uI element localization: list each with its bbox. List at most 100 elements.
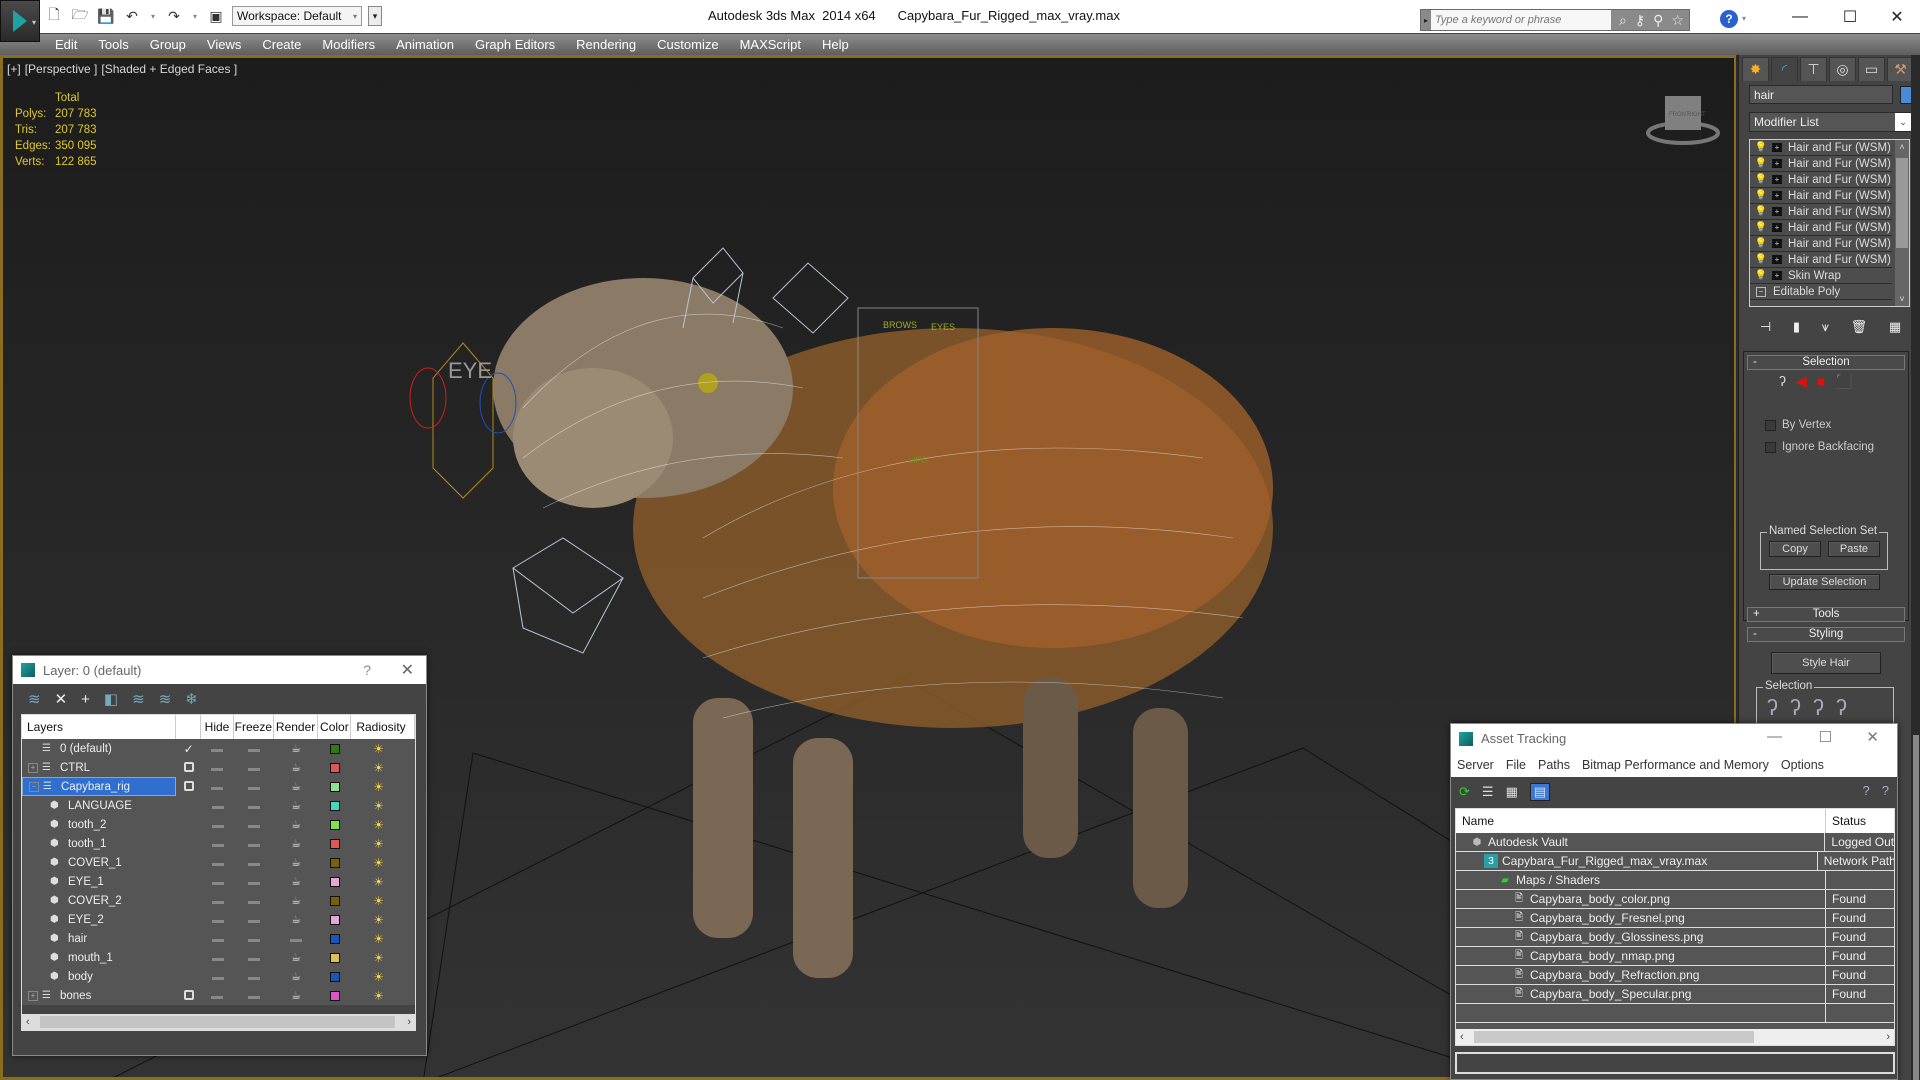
lightbulb-icon[interactable]: 💡 — [1754, 254, 1768, 265]
asset-row[interactable]: 🖹 Capybara_body_Refraction.png Found — [1456, 966, 1894, 985]
stack-item[interactable]: 💡 + Hair and Fur (WSM) — [1750, 204, 1892, 220]
horizontal-scrollbar[interactable]: ‹ › — [22, 1014, 415, 1030]
layer-color-swatch[interactable] — [329, 800, 340, 811]
by-vertex-checkbox[interactable]: By Vertex — [1765, 419, 1831, 431]
column-header-render[interactable]: Render — [274, 715, 319, 739]
teapot-render-icon[interactable]: ☕ — [291, 952, 301, 964]
hide-toggle[interactable] — [211, 976, 224, 980]
render-toggle[interactable] — [290, 938, 303, 942]
expand-icon[interactable]: + — [1772, 175, 1782, 184]
close-button[interactable]: ✕ — [1877, 5, 1917, 29]
scrollbar-thumb[interactable] — [40, 1016, 395, 1028]
lightbulb-icon[interactable]: 💡 — [1754, 142, 1768, 153]
scroll-right-icon[interactable]: › — [1886, 1031, 1890, 1043]
scroll-left-icon[interactable]: ‹ — [1460, 1031, 1464, 1043]
tab-hierarchy[interactable]: ⊤ — [1800, 57, 1827, 81]
minimize-button[interactable]: — — [1780, 5, 1820, 29]
hide-toggle[interactable] — [211, 824, 224, 828]
lightbulb-icon[interactable]: 💡 — [1754, 222, 1768, 233]
lightbulb-icon[interactable]: 💡 — [1754, 158, 1768, 169]
refresh-icon[interactable]: ⟳ — [1459, 784, 1470, 800]
paste-button[interactable]: Paste — [1828, 541, 1880, 557]
radiosity-icon[interactable]: ☀ — [373, 913, 384, 927]
tab-display[interactable]: ▭ — [1858, 57, 1885, 81]
expand-icon[interactable]: + — [1772, 207, 1782, 216]
freeze-unfreeze-all-icon[interactable]: ❄ — [185, 690, 198, 708]
binoculars-icon[interactable]: ⌕ — [1619, 12, 1627, 29]
radiosity-icon[interactable]: ☀ — [373, 780, 384, 794]
element-icon[interactable]: ⬛ — [1835, 373, 1852, 390]
application-menu-button[interactable]: ▾ — [0, 0, 40, 42]
layer-name-cell[interactable]: + ☰ bones — [22, 986, 176, 1005]
lightbulb-icon[interactable]: 💡 — [1754, 174, 1768, 185]
select-guide-vertices-icon[interactable]: ʔ — [1813, 695, 1824, 721]
hide-toggle[interactable] — [211, 995, 224, 999]
expand-arrow-icon[interactable]: ▸ — [1421, 16, 1431, 25]
teapot-render-icon[interactable]: ☕ — [291, 838, 301, 850]
expand-icon[interactable]: + — [1772, 255, 1782, 264]
teapot-render-icon[interactable]: ☕ — [291, 990, 301, 1002]
radiosity-icon[interactable]: ☀ — [373, 970, 384, 984]
thumbnail-view-icon[interactable]: ▦ — [1506, 784, 1518, 800]
freeze-toggle[interactable] — [247, 938, 260, 942]
select-by-root-icon[interactable]: ʔ — [1836, 695, 1847, 721]
star-icon[interactable]: ☆ — [1671, 12, 1684, 29]
freeze-toggle[interactable] — [247, 900, 260, 904]
freeze-toggle[interactable] — [247, 767, 260, 771]
layer-color-swatch[interactable] — [329, 876, 340, 887]
lightbulb-icon[interactable]: 💡 — [1754, 238, 1768, 249]
teapot-render-icon[interactable]: ☕ — [291, 762, 301, 774]
pin-stack-icon[interactable]: ⊣ — [1760, 319, 1771, 335]
expand-icon[interactable]: + — [1772, 223, 1782, 232]
highlight-selected-layer-icon[interactable]: ≋ — [132, 690, 145, 708]
layer-row[interactable]: ⬢ tooth_2 ☕ ☀ — [22, 815, 415, 834]
column-header-radiosity[interactable]: Radiosity — [351, 715, 415, 739]
asset-row[interactable]: ▰ Maps / Shaders — [1456, 871, 1894, 890]
teapot-render-icon[interactable]: ☕ — [291, 781, 301, 793]
online-help-icon[interactable]: ? — [1863, 783, 1870, 798]
layer-name-cell[interactable]: ⬢ COVER_2 — [22, 891, 176, 910]
menu-options[interactable]: Options — [1781, 758, 1824, 772]
stack-item[interactable]: 💡 + Hair and Fur (WSM) — [1750, 252, 1892, 268]
asset-path-field[interactable] — [1455, 1052, 1895, 1074]
expand-icon[interactable]: + — [28, 762, 38, 773]
radiosity-icon[interactable]: ☀ — [373, 761, 384, 775]
freeze-toggle[interactable] — [247, 824, 260, 828]
layer-color-swatch[interactable] — [329, 971, 340, 982]
layer-row[interactable]: ⬢ LANGUAGE ☕ ☀ — [22, 796, 415, 815]
radiosity-icon[interactable]: ☀ — [373, 856, 384, 870]
hide-unhide-all-icon[interactable]: ≋ — [159, 690, 172, 708]
key-icon[interactable]: ⚷ — [1635, 12, 1645, 29]
dialog-title-bar[interactable]: Asset Tracking — ☐ ✕ — [1451, 724, 1897, 753]
satellite-icon[interactable]: ⚲ — [1653, 12, 1663, 29]
hide-toggle[interactable] — [211, 748, 224, 752]
collapse-icon[interactable]: − — [29, 781, 39, 792]
teapot-render-icon[interactable]: ☕ — [291, 971, 301, 983]
set-current-layer-toggle[interactable] — [183, 761, 194, 772]
layer-color-swatch[interactable] — [329, 914, 340, 925]
customize-toolbar-button[interactable]: ▾ — [368, 6, 382, 26]
menu-server[interactable]: Server — [1457, 758, 1494, 772]
horizontal-scrollbar[interactable]: ‹ › — [1456, 1029, 1894, 1045]
stack-item[interactable]: 💡 + Hair and Fur (WSM) — [1750, 220, 1892, 236]
asset-row[interactable]: 3 Capybara_Fur_Rigged_max_vray.max Network… — [1456, 852, 1894, 871]
teapot-render-icon[interactable]: ☕ — [291, 857, 301, 869]
radiosity-icon[interactable]: ☀ — [373, 932, 384, 946]
layer-name-cell[interactable]: ⬢ COVER_1 — [22, 853, 176, 872]
layer-row[interactable]: ⬢ tooth_1 ☕ ☀ — [22, 834, 415, 853]
lightbulb-icon[interactable]: 💡 — [1754, 270, 1768, 281]
close-icon[interactable]: ✕ — [1866, 728, 1879, 746]
expand-icon[interactable]: + — [1772, 143, 1782, 152]
style-hair-button[interactable]: Style Hair — [1771, 652, 1881, 674]
freeze-toggle[interactable] — [247, 976, 260, 980]
menu-paths[interactable]: Paths — [1538, 758, 1570, 772]
scroll-up-icon[interactable]: ˄ — [1895, 142, 1909, 152]
teapot-render-icon[interactable]: ☕ — [291, 819, 301, 831]
stack-item[interactable]: 💡 + Skin Wrap — [1750, 268, 1892, 284]
table-view-icon[interactable]: ▤ — [1529, 783, 1551, 801]
stack-item[interactable]: 💡 + Hair and Fur (WSM) — [1750, 140, 1892, 156]
scroll-right-icon[interactable]: › — [407, 1016, 411, 1028]
select-objects-in-layer-icon[interactable]: ◧ — [104, 690, 118, 708]
stack-item[interactable]: 💡 + Hair and Fur (WSM) — [1750, 156, 1892, 172]
freeze-toggle[interactable] — [247, 748, 260, 752]
